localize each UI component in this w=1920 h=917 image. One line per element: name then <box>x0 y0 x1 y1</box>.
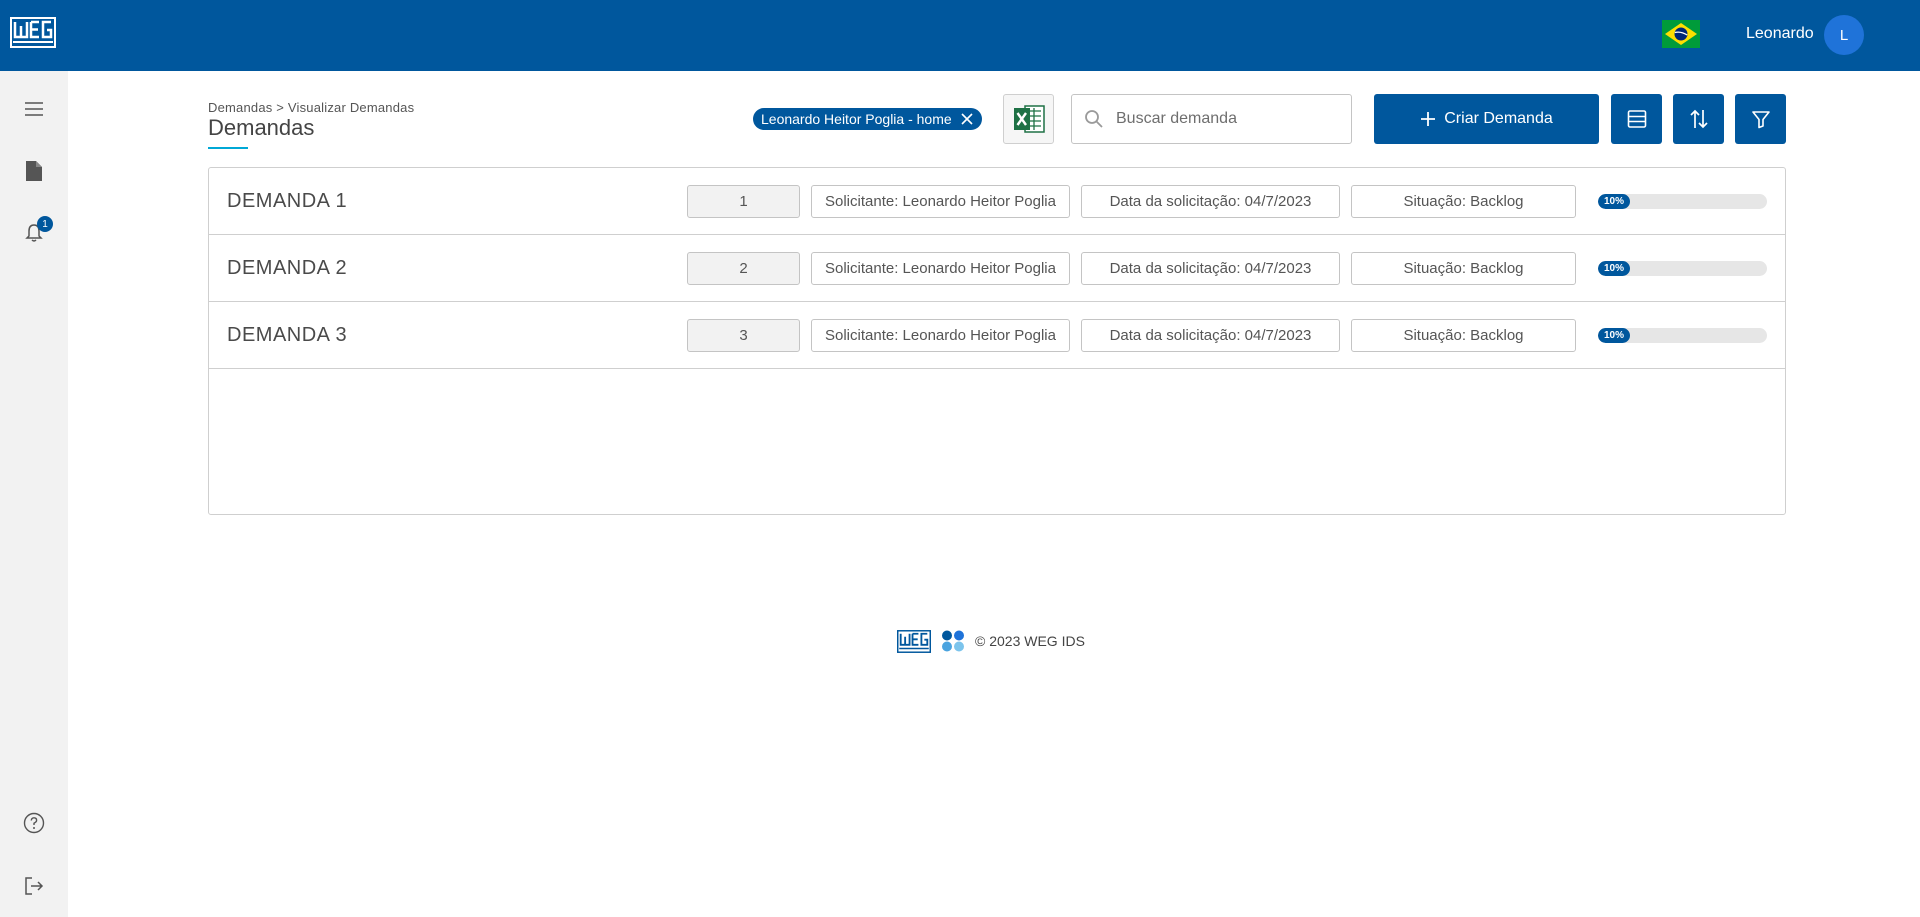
help-icon[interactable] <box>22 811 46 835</box>
footer: © 2023 WEG IDS <box>897 628 1085 654</box>
demand-progress-bar: 10% <box>1598 194 1767 209</box>
search-icon <box>1085 110 1103 128</box>
demand-id: 3 <box>687 319 800 352</box>
ids-logo <box>942 630 964 652</box>
demand-date: Data da solicitação: 04/7/2023 <box>1081 252 1340 285</box>
user-name[interactable]: Leonardo <box>1746 25 1814 43</box>
progress-fill: 10% <box>1598 261 1630 276</box>
document-icon[interactable] <box>22 159 46 183</box>
search-box[interactable] <box>1071 94 1352 144</box>
export-excel-button[interactable] <box>1003 94 1054 144</box>
page-title: Demandas <box>208 115 315 140</box>
logout-icon[interactable] <box>22 874 46 898</box>
avatar[interactable]: L <box>1824 15 1864 55</box>
demand-row[interactable]: DEMANDA 3 3 Solicitante: Leonardo Heitor… <box>209 302 1785 369</box>
demand-title[interactable]: DEMANDA 1 <box>227 190 347 213</box>
create-demand-label: Criar Demanda <box>1444 110 1553 127</box>
filter-chip[interactable]: Leonardo Heitor Poglia - home <box>753 108 982 130</box>
filter-button[interactable] <box>1735 94 1786 144</box>
demand-row[interactable]: DEMANDA 2 2 Solicitante: Leonardo Heitor… <box>209 235 1785 302</box>
title-underline <box>208 147 248 149</box>
sidebar <box>0 71 68 917</box>
weg-footer-logo <box>897 629 931 653</box>
demand-title[interactable]: DEMANDA 2 <box>227 257 347 280</box>
weg-logo[interactable] <box>10 17 56 48</box>
sort-button[interactable] <box>1673 94 1724 144</box>
table-view-icon <box>1627 110 1646 128</box>
close-icon[interactable] <box>960 112 974 126</box>
demand-progress-bar: 10% <box>1598 261 1767 276</box>
demand-requester: Solicitante: Leonardo Heitor Poglia <box>811 319 1070 352</box>
plus-icon <box>1421 112 1436 126</box>
breadcrumb[interactable]: Demandas > Visualizar Demandas <box>208 100 414 115</box>
filter-icon <box>1751 111 1770 129</box>
progress-fill: 10% <box>1598 328 1630 343</box>
view-mode-button[interactable] <box>1611 94 1662 144</box>
demand-status: Situação: Backlog <box>1351 252 1576 285</box>
excel-icon <box>1013 105 1045 133</box>
demand-date: Data da solicitação: 04/7/2023 <box>1081 185 1340 218</box>
copyright-text: © 2023 WEG IDS <box>975 633 1085 649</box>
notification-badge: 1 <box>37 216 53 232</box>
demand-status: Situação: Backlog <box>1351 185 1576 218</box>
filter-chip-label: Leonardo Heitor Poglia - home <box>761 111 952 127</box>
demand-id: 2 <box>687 252 800 285</box>
demand-date: Data da solicitação: 04/7/2023 <box>1081 319 1340 352</box>
demand-requester: Solicitante: Leonardo Heitor Poglia <box>811 185 1070 218</box>
search-input[interactable] <box>1116 110 1336 128</box>
demand-title[interactable]: DEMANDA 3 <box>227 324 347 347</box>
sort-icon <box>1689 109 1708 129</box>
demand-status: Situação: Backlog <box>1351 319 1576 352</box>
create-demand-button[interactable]: Criar Demanda <box>1374 94 1599 144</box>
demand-requester: Solicitante: Leonardo Heitor Poglia <box>811 252 1070 285</box>
demand-progress-bar: 10% <box>1598 328 1767 343</box>
progress-fill: 10% <box>1598 194 1630 209</box>
top-bar: Leonardo L <box>0 0 1920 71</box>
demand-list: DEMANDA 1 1 Solicitante: Leonardo Heitor… <box>208 167 1786 515</box>
demand-row[interactable]: DEMANDA 1 1 Solicitante: Leonardo Heitor… <box>209 168 1785 235</box>
menu-icon[interactable] <box>22 97 46 121</box>
demand-id: 1 <box>687 185 800 218</box>
brazil-flag-icon[interactable] <box>1662 20 1700 48</box>
